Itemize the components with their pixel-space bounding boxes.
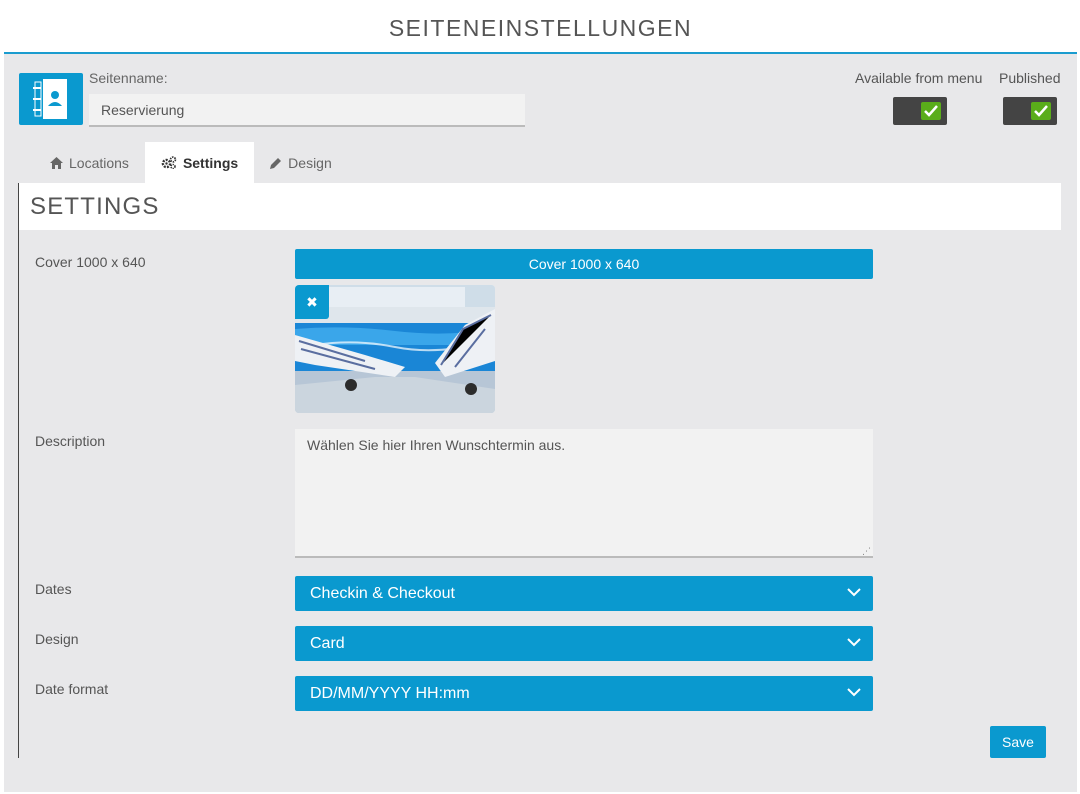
settings-window: SEITENEINSTELLUNGEN Seitenname: Availabl…: [4, 4, 1077, 792]
settings-title: SETTINGS: [30, 192, 160, 220]
description-textarea[interactable]: Wählen Sie hier Ihren Wunschtermin aus.: [295, 429, 873, 558]
cover-label: Cover 1000 x 640: [35, 254, 146, 270]
dates-label: Dates: [35, 581, 72, 597]
cover-upload-button[interactable]: Cover 1000 x 640: [295, 249, 873, 279]
tab-bar: Locations Settings Design: [19, 142, 348, 183]
page-header: SEITENEINSTELLUNGEN: [4, 4, 1077, 54]
tab-locations[interactable]: Locations: [19, 142, 145, 183]
panel-border: [18, 183, 19, 758]
tab-label: Locations: [69, 154, 129, 171]
menu-toggle[interactable]: [893, 97, 947, 125]
tab-label: Settings: [182, 154, 239, 171]
page-contact-icon: [19, 73, 83, 125]
page-title: SEITENEINSTELLUNGEN: [388, 14, 693, 41]
gears-icon: [161, 156, 177, 169]
date-format-label: Date format: [35, 681, 109, 697]
date-format-select[interactable]: DD/MM/YYYY HH:mm: [295, 676, 873, 711]
chevron-down-icon: [847, 688, 861, 697]
close-icon: ✖: [306, 293, 318, 310]
save-button[interactable]: Save: [990, 726, 1046, 758]
chevron-down-icon: [847, 588, 861, 597]
settings-header: SETTINGS: [19, 183, 1061, 230]
description-label: Description: [35, 433, 106, 449]
design-select[interactable]: Card: [295, 626, 873, 661]
published-toggle-label: Published: [999, 70, 1061, 86]
cover-image: ✖: [295, 285, 495, 413]
tab-settings[interactable]: Settings: [144, 142, 255, 183]
remove-image-button[interactable]: ✖: [295, 285, 329, 319]
menu-toggle-label: Available from menu: [855, 70, 983, 86]
pencil-icon: [270, 157, 282, 169]
checkmark-icon: [921, 102, 941, 120]
tab-label: Design: [288, 154, 332, 171]
page-name-input[interactable]: [89, 94, 525, 127]
home-icon: [50, 156, 63, 169]
date-format-select-value: DD/MM/YYYY HH:mm: [310, 684, 470, 702]
published-toggle[interactable]: [1003, 97, 1057, 125]
dates-select-value: Checkin & Checkout: [310, 584, 455, 602]
resize-handle-icon[interactable]: ⋰: [862, 546, 871, 557]
design-select-value: Card: [310, 634, 345, 652]
dates-select[interactable]: Checkin & Checkout: [295, 576, 873, 611]
tab-design[interactable]: Design: [254, 142, 348, 183]
page-name-label: Seitenname:: [89, 70, 168, 86]
checkmark-icon: [1031, 102, 1051, 120]
chevron-down-icon: [847, 638, 861, 647]
design-label: Design: [35, 631, 79, 647]
